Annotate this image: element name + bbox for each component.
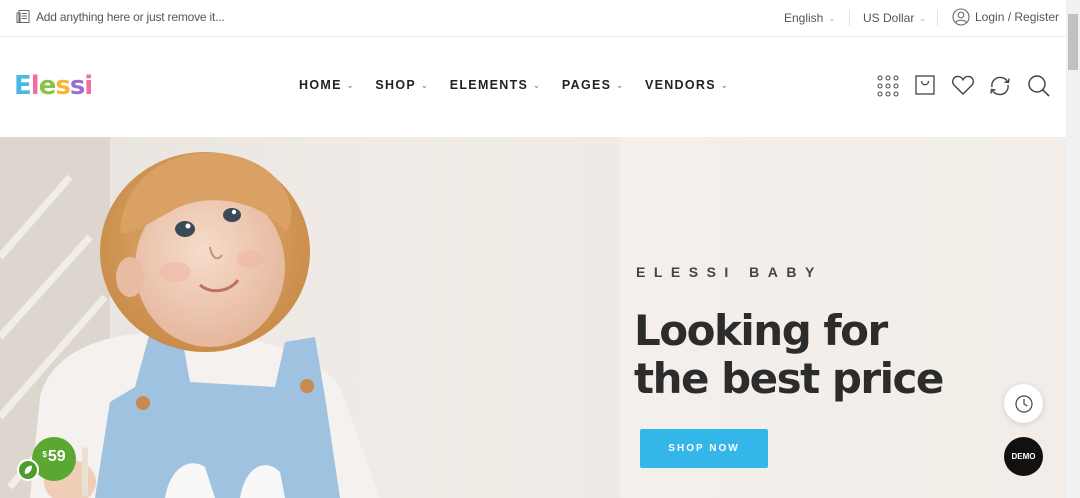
chevron-down-icon: ⌄: [346, 80, 354, 90]
history-icon: [1014, 394, 1033, 413]
divider: [849, 10, 850, 26]
chevron-down-icon: ⌄: [919, 13, 927, 23]
leaf-icon[interactable]: [17, 459, 39, 481]
price-amount: 59: [47, 448, 66, 465]
hero-eyebrow: ELESSI BABY: [636, 264, 823, 280]
hero-headline-line: Looking for: [634, 306, 888, 355]
nav-item-pages[interactable]: PAGES ⌄: [562, 78, 623, 92]
logo-letter: l: [30, 71, 40, 101]
demo-button[interactable]: DEMO: [1004, 437, 1043, 476]
price-badge[interactable]: $ 59: [32, 437, 76, 481]
search-icon[interactable]: [1027, 74, 1051, 100]
chevron-down-icon: ⌄: [828, 13, 836, 23]
nav-item-label: ELEMENTS: [449, 78, 529, 92]
language-label: English: [784, 11, 824, 25]
main-nav: HOME ⌄ SHOP ⌄ ELEMENTS ⌄ PAGES ⌄ VENDORS…: [299, 78, 750, 92]
currency-label: US Dollar: [863, 11, 915, 25]
nav-item-home[interactable]: HOME ⌄: [299, 78, 353, 92]
nav-item-shop[interactable]: SHOP ⌄: [375, 78, 427, 92]
nav-item-elements[interactable]: ELEMENTS ⌄: [450, 78, 540, 92]
price-currency: $: [42, 450, 47, 459]
heart-icon[interactable]: [951, 74, 975, 100]
hero-banner: ELESSI BABY Looking for the best price S…: [0, 137, 1066, 498]
language-selector[interactable]: English ⌄: [784, 11, 835, 25]
hero-image-baby: [0, 137, 620, 498]
login-register-link[interactable]: Login / Register: [952, 8, 1059, 26]
chevron-down-icon: ⌄: [720, 80, 728, 90]
chevron-down-icon: ⌄: [421, 80, 428, 90]
top-notice: Add anything here or just remove it...: [16, 9, 225, 25]
top-notice-text: Add anything here or just remove it...: [36, 10, 225, 24]
user-icon: [952, 8, 970, 26]
page-scrollbar[interactable]: [1066, 0, 1080, 498]
main-header: Elessi HOME ⌄ SHOP ⌄ ELEMENTS ⌄ PAGES ⌄ …: [0, 37, 1066, 137]
hero-headline: Looking for the best price: [634, 306, 944, 403]
recently-viewed-button[interactable]: [1004, 384, 1043, 423]
shopping-bag-icon[interactable]: [914, 74, 936, 100]
shop-now-button[interactable]: SHOP NOW: [640, 429, 768, 468]
top-bar: Add anything here or just remove it... E…: [0, 0, 1066, 37]
nav-item-label: SHOP: [375, 78, 417, 92]
currency-selector[interactable]: US Dollar ⌄: [863, 11, 926, 25]
nav-item-label: VENDORS: [644, 78, 716, 92]
chevron-down-icon: ⌄: [533, 80, 540, 90]
logo-letter: e: [38, 71, 57, 101]
hero-headline-line: the best price: [634, 354, 944, 403]
logo-letter: s: [55, 71, 71, 101]
login-register-label: Login / Register: [975, 10, 1060, 24]
divider: [937, 10, 938, 26]
logo-letter: s: [69, 71, 86, 101]
compare-icon[interactable]: [988, 74, 1012, 100]
notice-icon: [16, 10, 30, 23]
nav-item-vendors[interactable]: VENDORS ⌄: [645, 78, 728, 92]
logo-letter: E: [14, 71, 32, 101]
nav-item-label: PAGES: [561, 78, 612, 92]
nav-item-label: HOME: [299, 78, 342, 92]
site-logo[interactable]: Elessi: [14, 71, 93, 101]
chevron-down-icon: ⌄: [616, 80, 623, 90]
logo-letter: i: [84, 71, 93, 101]
scrollbar-thumb[interactable]: [1068, 14, 1078, 70]
apps-grid-icon[interactable]: [876, 74, 900, 100]
